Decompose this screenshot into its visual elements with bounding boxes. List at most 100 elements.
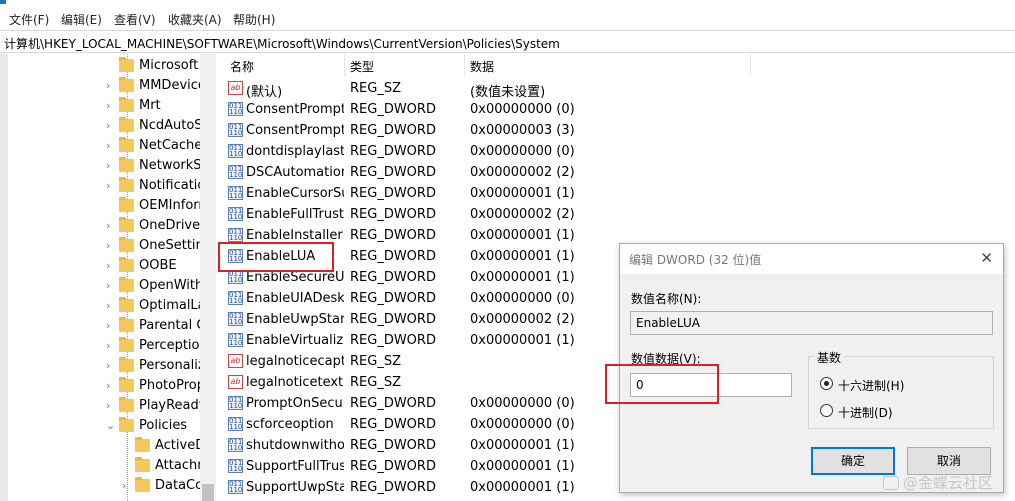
value-data: 0x00000000 (0) xyxy=(470,396,575,411)
tree-item-label: NcdAutoSetup xyxy=(139,118,200,133)
watermark: @金蝶云社区 xyxy=(882,472,993,493)
chevron-right-icon[interactable]: › xyxy=(106,379,116,392)
chevron-right-icon[interactable]: › xyxy=(106,119,116,132)
tree-item-label: Microsoft xyxy=(139,58,199,73)
string-value-icon: ab xyxy=(228,81,243,95)
chevron-right-icon[interactable]: › xyxy=(106,99,116,112)
tree-item[interactable]: Microsoft xyxy=(106,56,200,76)
tree-item-label: OpenWith xyxy=(139,278,200,293)
value-row[interactable]: 011 110EnableCursorSuppression REG_DWORD 0… xyxy=(221,183,751,204)
tree-item[interactable]: › OOBE xyxy=(106,256,200,276)
chevron-right-icon[interactable]: › xyxy=(122,479,132,492)
dec-radio-label[interactable]: 十进制(D) xyxy=(838,404,893,421)
value-data: 0x00000000 (0) xyxy=(470,417,575,432)
folder-icon xyxy=(119,197,134,212)
column-data[interactable]: 数据 xyxy=(470,58,494,75)
value-row[interactable]: ab (默认) REG_SZ (数值未设置) xyxy=(221,78,751,100)
menu-edit[interactable]: 编辑(E) xyxy=(61,11,102,28)
value-row[interactable]: 011 110DSCAutomationHostEnabled REG_DWORD… xyxy=(221,162,751,183)
tree-item[interactable]: › OneDriveRamps xyxy=(106,216,200,236)
tree-item-label: Mrt xyxy=(139,98,161,113)
chevron-right-icon[interactable]: › xyxy=(106,339,116,352)
address-bar[interactable]: 计算机\HKEY_LOCAL_MACHINE\SOFTWARE\Microsof… xyxy=(0,30,1015,53)
close-icon[interactable]: ✕ xyxy=(980,249,993,267)
value-data: 0x00000000 (0) xyxy=(470,102,575,117)
value-type: REG_DWORD xyxy=(350,480,436,495)
chevron-right-icon[interactable]: › xyxy=(106,399,116,412)
chevron-down-icon[interactable]: ⌄ xyxy=(106,419,116,432)
value-type: REG_SZ xyxy=(350,354,401,369)
tree-item[interactable]: › Parental Controls xyxy=(106,316,200,336)
tree-scrollbar-thumb[interactable] xyxy=(202,484,214,501)
tree-item[interactable]: › OptimalLayout xyxy=(106,296,200,316)
binary-value-icon: 011 110 xyxy=(228,207,243,221)
tree-item[interactable]: › PlayReady xyxy=(106,396,200,416)
tree-item[interactable]: ActiveDesktop xyxy=(122,436,200,456)
value-type: REG_DWORD xyxy=(350,228,436,243)
value-row[interactable]: 011 110ConsentPromptBehaviorAdmin REG_DWO… xyxy=(221,99,751,120)
chevron-right-icon[interactable]: › xyxy=(106,299,116,312)
hex-radio-label[interactable]: 十六进制(H) xyxy=(838,377,904,394)
menu-file[interactable]: 文件(F) xyxy=(9,11,49,28)
column-divider[interactable] xyxy=(464,54,465,76)
tree-item[interactable]: OEMInformation xyxy=(106,196,200,216)
ok-button[interactable]: 确定 xyxy=(811,447,895,475)
value-data: 0x00000002 (2) xyxy=(470,207,575,222)
chevron-right-icon[interactable]: › xyxy=(106,279,116,292)
tree-item[interactable]: › MMDevices xyxy=(106,76,200,96)
folder-icon xyxy=(119,217,134,232)
cancel-button[interactable]: 取消 xyxy=(907,447,991,475)
menu-favorites[interactable]: 收藏夹(A) xyxy=(168,11,222,28)
folder-icon xyxy=(119,137,134,152)
tree-scrollbar[interactable] xyxy=(200,54,216,501)
menu-help[interactable]: 帮助(H) xyxy=(233,11,275,28)
value-row[interactable]: 011 110ConsentPromptBehaviorUser REG_DWOR… xyxy=(221,120,751,141)
column-header: 名称 类型 数据 xyxy=(221,54,751,76)
chevron-right-icon[interactable]: › xyxy=(106,259,116,272)
value-data: 0x00000001 (1) xyxy=(470,186,575,201)
value-type: REG_DWORD xyxy=(350,207,436,222)
value-name: EnableInstallerDetection xyxy=(246,228,344,243)
tree-item[interactable]: › Mrt xyxy=(106,96,200,116)
value-data: (数值未设置) xyxy=(470,85,546,100)
tree-item[interactable]: › OpenWith xyxy=(106,276,200,296)
folder-icon xyxy=(119,57,134,72)
tree-item[interactable]: › PhotoPropertyHandler xyxy=(106,376,200,396)
column-type[interactable]: 类型 xyxy=(350,58,374,75)
tree-item[interactable]: ⌄ Policies xyxy=(106,416,200,436)
column-name[interactable]: 名称 xyxy=(230,58,254,75)
chevron-right-icon[interactable]: › xyxy=(106,179,116,192)
tree-item[interactable]: › PerceptionSimulationExtensions xyxy=(106,336,200,356)
binary-value-icon: 011 110 xyxy=(228,123,243,137)
tree-left-scroll-track[interactable] xyxy=(0,54,8,501)
folder-icon xyxy=(119,317,134,332)
tree-item[interactable]: › Notifications xyxy=(106,176,200,196)
chevron-right-icon[interactable]: › xyxy=(106,239,116,252)
value-row[interactable]: 011 110EnableFullTrustStartupTasks REG_DW… xyxy=(221,204,751,225)
folder-icon xyxy=(119,97,134,112)
chevron-right-icon[interactable]: › xyxy=(106,319,116,332)
tree-item[interactable]: › NcdAutoSetup xyxy=(106,116,200,136)
tree-item[interactable]: › NetworkServiceTriggers xyxy=(106,156,200,176)
chevron-right-icon[interactable]: › xyxy=(106,139,116,152)
menu-view[interactable]: 查看(V) xyxy=(114,11,156,28)
folder-icon xyxy=(119,177,134,192)
value-data: 0x00000002 (2) xyxy=(470,165,575,180)
column-divider[interactable] xyxy=(750,54,751,76)
hex-radio[interactable] xyxy=(820,377,833,390)
folder-icon xyxy=(119,377,134,392)
tree-item-label: OneSettings xyxy=(139,238,200,253)
chevron-right-icon[interactable]: › xyxy=(106,79,116,92)
chevron-right-icon[interactable]: › xyxy=(106,359,116,372)
tree-item[interactable]: › PersonalizationCSP xyxy=(106,356,200,376)
tree-item[interactable]: Attachments xyxy=(122,456,200,476)
tree-item[interactable]: › OneSettings xyxy=(106,236,200,256)
value-row[interactable]: 011 110dontdisplaylastusername REG_DWORD 0… xyxy=(221,141,751,162)
tree-item[interactable]: › NetCache xyxy=(106,136,200,156)
chevron-right-icon[interactable]: › xyxy=(106,219,116,232)
tree-item[interactable]: › DataCollection xyxy=(122,476,200,496)
dec-radio[interactable] xyxy=(820,404,833,417)
value-name: EnableSecureUIAPaths xyxy=(246,270,344,285)
column-divider[interactable] xyxy=(344,54,345,76)
chevron-right-icon[interactable]: › xyxy=(106,159,116,172)
